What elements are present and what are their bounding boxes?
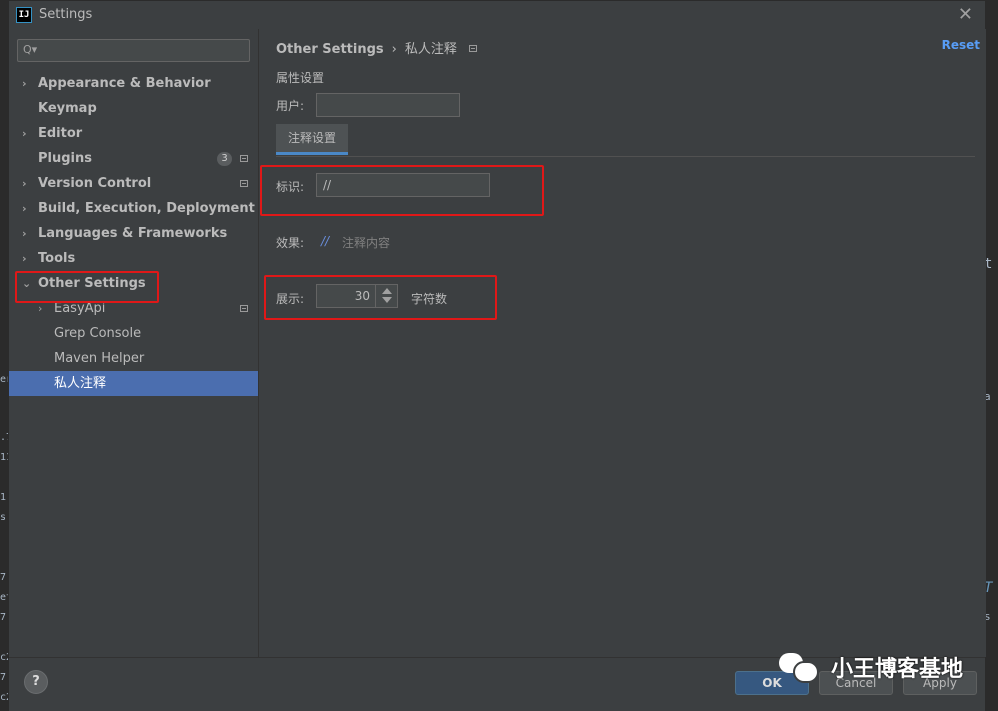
background-text: 7 <box>0 572 7 583</box>
search-input[interactable]: Q▾ <box>17 39 250 62</box>
sidebar-item-label: Grep Console <box>54 326 142 341</box>
sidebar-item-label: Keymap <box>38 101 97 116</box>
sidebar-item-label: Plugins <box>38 151 92 166</box>
project-scope-icon <box>240 155 248 162</box>
wechat-icon <box>779 653 819 683</box>
user-input[interactable] <box>316 93 460 117</box>
effect-preview-text: 注释内容 <box>342 236 391 250</box>
background-editor-left: er .7 11 1 s: 7 et 7 c2 7 c2 <box>0 0 12 711</box>
background-text: 7 <box>0 672 7 683</box>
breadcrumb-parent[interactable]: Other Settings <box>276 42 384 57</box>
sidebar-item-label: Appearance & Behavior <box>38 76 211 91</box>
sidebar-item-keymap[interactable]: Keymap <box>9 96 258 121</box>
sidebar-item-private-comment[interactable]: 私人注释 <box>9 371 258 396</box>
search-icon: Q▾ <box>23 43 38 56</box>
project-scope-icon <box>240 305 248 312</box>
annotation-highlight-box <box>260 165 544 216</box>
background-text: 7 <box>0 612 7 623</box>
breadcrumb-separator: › <box>391 42 397 57</box>
settings-sidebar: Q▾ › Appearance & Behavior Keymap › Edit… <box>9 29 259 657</box>
intellij-app-icon: IJ <box>16 7 32 23</box>
sidebar-item-label: Tools <box>38 251 76 266</box>
sidebar-item-label: Maven Helper <box>54 351 145 366</box>
sidebar-item-label: Build, Execution, Deployment <box>38 201 255 216</box>
effect-label: 效果: <box>276 236 305 250</box>
plugins-update-badge: 3 <box>217 152 232 166</box>
reset-link[interactable]: Reset <box>942 38 980 52</box>
sidebar-item-appearance-behavior[interactable]: › Appearance & Behavior <box>9 71 258 96</box>
breadcrumb-current: 私人注释 <box>404 42 457 57</box>
background-text: 1 <box>0 492 7 503</box>
watermark: 小王博客基地 <box>779 647 979 687</box>
section-title: 属性设置 <box>276 71 325 85</box>
sidebar-item-label: Languages & Frameworks <box>38 226 228 241</box>
watermark-text: 小王博客基地 <box>831 657 964 682</box>
tab-divider <box>276 156 975 157</box>
settings-dialog: IJ Settings ✕ Q▾ › Appearance & Behavior… <box>8 0 986 711</box>
chevron-right-icon: › <box>22 177 27 190</box>
sidebar-item-label: 私人注释 <box>54 376 107 391</box>
sidebar-item-languages-frameworks[interactable]: › Languages & Frameworks <box>9 221 258 246</box>
project-scope-icon <box>468 45 477 52</box>
sidebar-item-label: Version Control <box>38 176 152 191</box>
sidebar-item-editor[interactable]: › Editor <box>9 121 258 146</box>
sidebar-item-grep-console[interactable]: Grep Console <box>9 321 258 346</box>
settings-content: Other Settings › 私人注释 Reset 属性设置 用户: 注释设置 … <box>259 29 986 657</box>
background-editor-right: t a T s <box>984 0 998 711</box>
help-button[interactable]: ? <box>24 670 48 694</box>
sidebar-item-version-control[interactable]: › Version Control <box>9 171 258 196</box>
title-bar: IJ Settings ✕ <box>9 1 985 29</box>
settings-tree: › Appearance & Behavior Keymap › Editor … <box>9 71 258 396</box>
chevron-right-icon: › <box>22 202 27 215</box>
chevron-right-icon: › <box>22 252 27 265</box>
annotation-highlight-box <box>15 271 159 303</box>
sidebar-item-label: Editor <box>38 126 83 141</box>
tab-comment-settings[interactable]: 注释设置 <box>276 124 348 155</box>
sidebar-item-maven-helper[interactable]: Maven Helper <box>9 346 258 371</box>
sidebar-item-tools[interactable]: › Tools <box>9 246 258 271</box>
annotation-highlight-box <box>264 275 497 320</box>
window-title: Settings <box>39 7 93 22</box>
breadcrumb: Other Settings › 私人注释 <box>276 38 477 57</box>
close-icon[interactable]: ✕ <box>958 4 973 25</box>
effect-preview-mark: // <box>321 234 330 248</box>
user-label: 用户: <box>276 99 305 113</box>
chevron-right-icon: › <box>22 77 27 90</box>
chevron-right-icon: › <box>22 227 27 240</box>
chevron-right-icon: › <box>22 127 27 140</box>
sidebar-item-build-execution-deployment[interactable]: › Build, Execution, Deployment <box>9 196 258 221</box>
project-scope-icon <box>240 180 248 187</box>
sidebar-item-plugins[interactable]: Plugins 3 <box>9 146 258 171</box>
